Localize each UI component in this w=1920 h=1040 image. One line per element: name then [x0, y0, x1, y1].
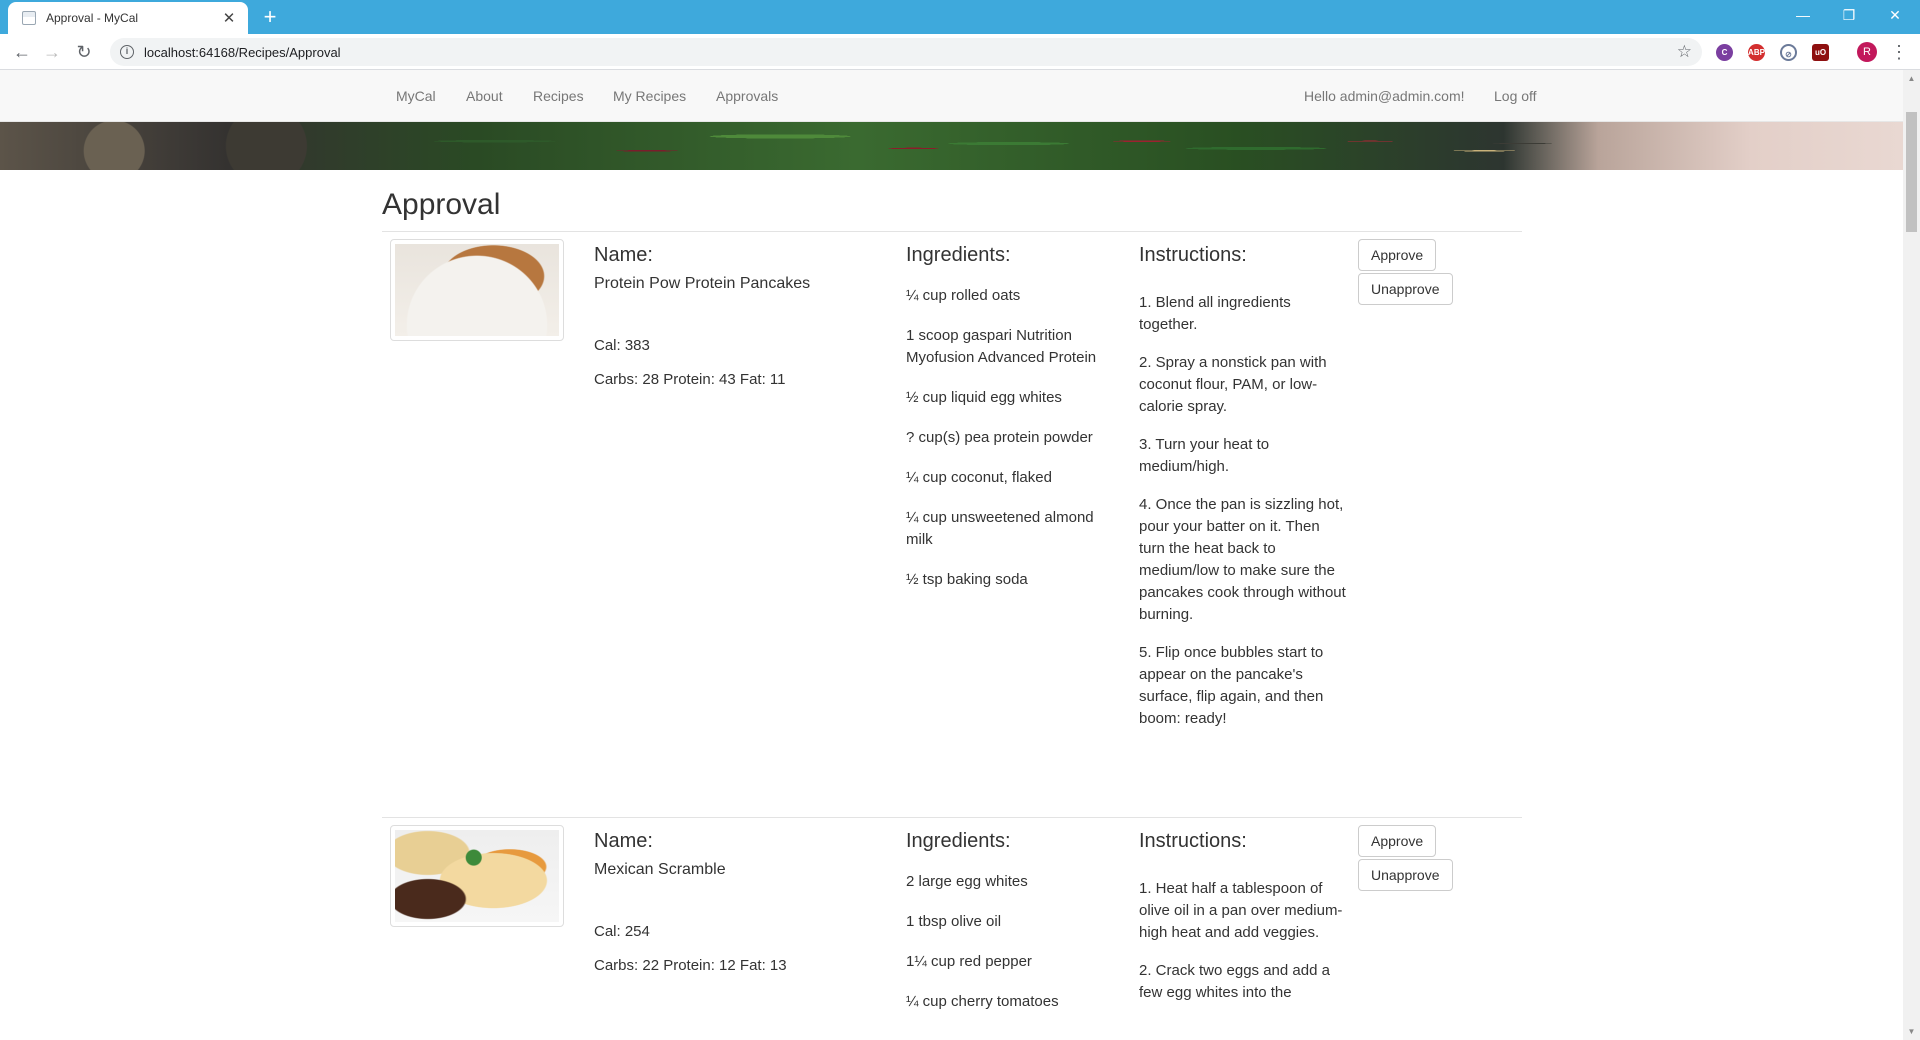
ingredient-item: 1¼ cup red pepper [906, 953, 1032, 970]
nav-recipes[interactable]: Recipes [533, 88, 584, 104]
info-icon[interactable]: i [120, 45, 134, 59]
ingredient-item: ¼ cup cherry tomatoes [906, 993, 1059, 1010]
name-heading: Name: [594, 244, 653, 266]
browser-tab-bar: Approval - MyCal ✕ + — ❐ ✕ [0, 0, 1920, 34]
adblock-icon[interactable]: ABP [1748, 44, 1765, 61]
nav-my-recipes[interactable]: My Recipes [613, 88, 686, 104]
address-bar[interactable]: i localhost:64168/Recipes/Approval ☆ [110, 38, 1702, 66]
ingredient-item: 1 tbsp olive oil [906, 913, 1002, 930]
page-scrollbar[interactable]: ▲ ▼ [1903, 70, 1920, 1040]
page-icon [22, 11, 36, 25]
instructions-column: Instructions: 1. Heat half a tablespoon … [1139, 829, 1349, 1004]
recipe-thumbnail [390, 825, 564, 927]
recipe-calories: Cal: 383 [594, 337, 650, 354]
forward-icon[interactable]: → [38, 38, 66, 66]
instruction-step: 2. Spray a nonstick pan with coconut flo… [1139, 354, 1327, 415]
ingredient-item: ¼ cup coconut, flaked [906, 469, 1052, 486]
url-text[interactable]: localhost:64168/Recipes/Approval [144, 45, 1677, 60]
ingredient-item: ½ tsp baking soda [906, 571, 1028, 588]
name-heading: Name: [594, 830, 653, 852]
block-icon[interactable]: ⊘ [1780, 44, 1797, 61]
instruction-step: 5. Flip once bubbles start to appear on … [1139, 644, 1324, 727]
recipe-name: Mexican Scramble [594, 861, 726, 878]
ingredient-item: 1 scoop gaspari Nutrition Myofusion Adva… [906, 327, 1097, 366]
divider [382, 817, 1522, 818]
recipe-calories: Cal: 254 [594, 923, 650, 940]
ingredients-heading: Ingredients: [906, 244, 1011, 266]
instructions-heading: Instructions: [1139, 244, 1247, 266]
nav-mycal[interactable]: MyCal [396, 88, 436, 104]
scroll-thumb[interactable] [1906, 112, 1917, 232]
browser-toolbar: ← → ↻ i localhost:64168/Recipes/Approval… [0, 34, 1920, 70]
nav-approvals[interactable]: Approvals [716, 88, 778, 104]
restore-icon[interactable]: ❐ [1826, 0, 1872, 30]
extension-c-icon[interactable]: C [1716, 44, 1733, 61]
page-viewport: MyCal About Recipes My Recipes Approvals… [0, 70, 1903, 1040]
page-title: Approval [382, 188, 501, 221]
divider [382, 231, 1522, 232]
recipe-macros: Carbs: 28 Protein: 43 Fat: 11 [594, 371, 786, 388]
recipe-macros: Carbs: 22 Protein: 12 Fat: 13 [594, 957, 787, 974]
ingredient-item: 2 large egg whites [906, 873, 1028, 890]
nav-about[interactable]: About [466, 88, 503, 104]
site-navbar: MyCal About Recipes My Recipes Approvals… [0, 70, 1903, 122]
reload-icon[interactable]: ↻ [70, 38, 98, 66]
ingredients-column: Ingredients: ¼ cup rolled oats 1 scoop g… [906, 243, 1116, 591]
instructions-heading: Instructions: [1139, 830, 1247, 852]
ingredient-item: ? cup(s) pea protein powder [906, 429, 1093, 446]
unapprove-button[interactable]: Unapprove [1358, 273, 1453, 305]
ingredient-item: ¼ cup unsweetened almond milk [906, 509, 1094, 548]
minimize-icon[interactable]: — [1780, 0, 1826, 30]
scramble-image [395, 830, 559, 922]
scroll-down-arrow-icon[interactable]: ▼ [1903, 1023, 1920, 1040]
browser-tab[interactable]: Approval - MyCal ✕ [8, 2, 248, 34]
ingredient-item: ¼ cup rolled oats [906, 287, 1021, 304]
back-icon[interactable]: ← [8, 38, 36, 66]
recipe-thumbnail [390, 239, 564, 341]
new-tab-icon[interactable]: + [256, 4, 284, 30]
recipe-name-column: Name: Mexican Scramble Cal: 254 Carbs: 2… [594, 829, 874, 977]
pancake-image [395, 244, 559, 336]
recipe-name: Protein Pow Protein Pancakes [594, 275, 811, 292]
approve-button[interactable]: Approve [1358, 239, 1437, 271]
ublock-icon[interactable]: uO [1812, 44, 1829, 61]
instruction-step: 2. Crack two eggs and add a few egg whit… [1139, 962, 1330, 1001]
tab-title: Approval - MyCal [46, 11, 139, 25]
instruction-step: 4. Once the pan is sizzling hot, pour yo… [1139, 496, 1346, 623]
approve-button[interactable]: Approve [1358, 825, 1437, 857]
instruction-step: 1. Blend all ingredients together. [1139, 294, 1291, 333]
logoff-link[interactable]: Log off [1494, 88, 1537, 104]
ingredient-item: ½ cup liquid egg whites [906, 389, 1062, 406]
instruction-step: 3. Turn your heat to medium/high. [1139, 436, 1270, 475]
scroll-up-arrow-icon[interactable]: ▲ [1903, 70, 1920, 87]
browser-menu-icon[interactable]: ⋮ [1890, 40, 1908, 64]
header-banner-image [0, 122, 1903, 170]
bookmark-star-icon[interactable]: ☆ [1677, 42, 1692, 62]
instruction-step: 1. Heat half a tablespoon of olive oil i… [1139, 880, 1343, 941]
close-tab-icon[interactable]: ✕ [220, 9, 238, 27]
ingredients-column: Ingredients: 2 large egg whites 1 tbsp o… [906, 829, 1116, 1013]
profile-avatar[interactable]: R [1857, 42, 1877, 62]
close-window-icon[interactable]: ✕ [1872, 0, 1918, 30]
ingredients-heading: Ingredients: [906, 830, 1011, 852]
instructions-column: Instructions: 1. Blend all ingredients t… [1139, 243, 1349, 730]
recipe-name-column: Name: Protein Pow Protein Pancakes Cal: … [594, 243, 874, 391]
unapprove-button[interactable]: Unapprove [1358, 859, 1453, 891]
user-greeting[interactable]: Hello admin@admin.com! [1304, 88, 1465, 104]
